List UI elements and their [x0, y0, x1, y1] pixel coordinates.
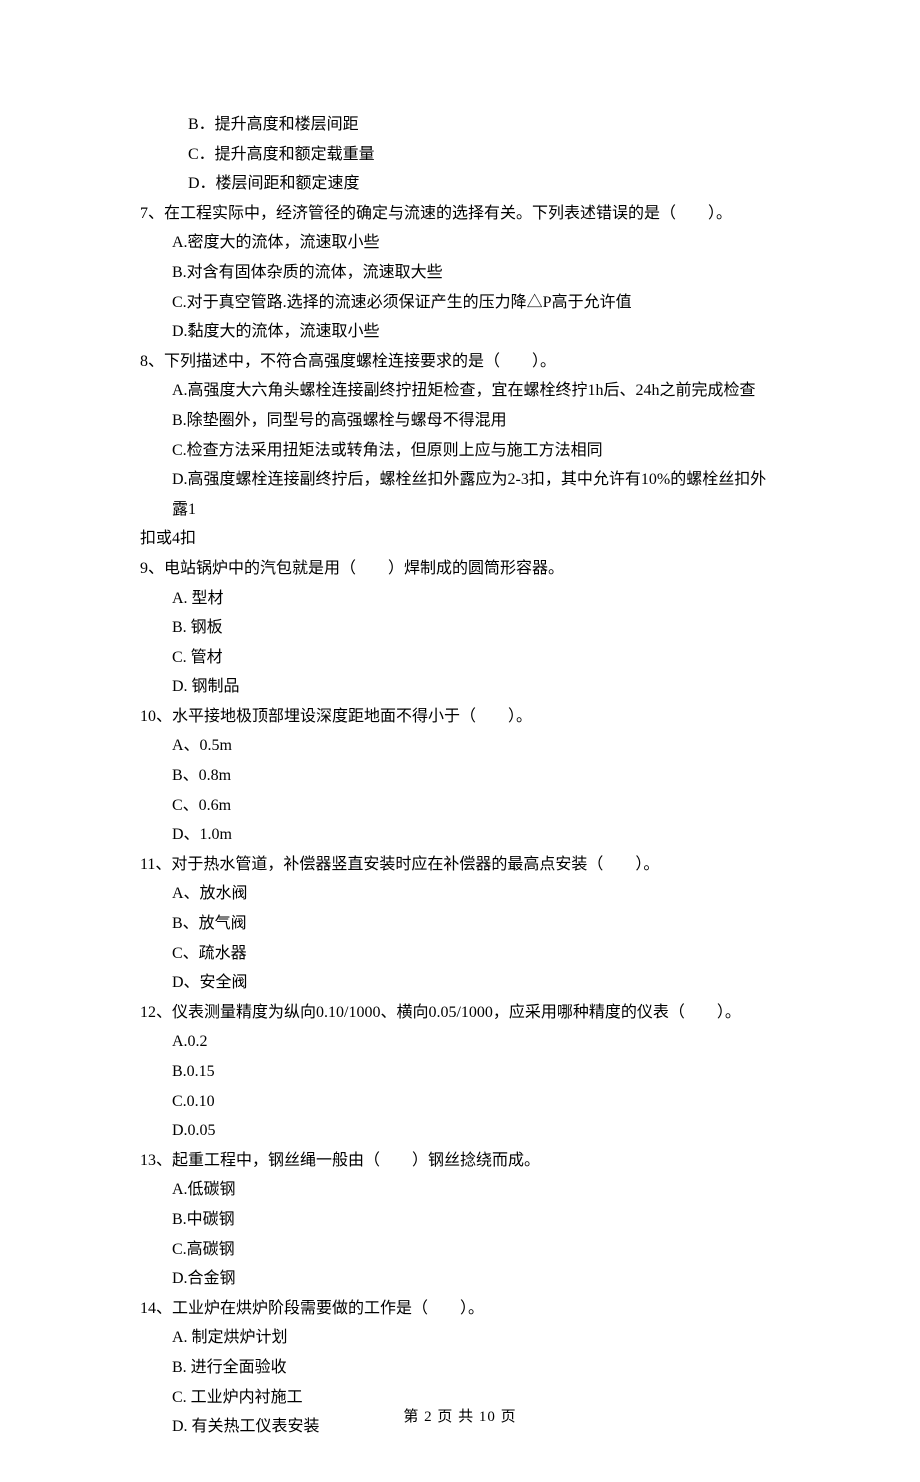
q6-option-B: B．提升高度和楼层间距: [140, 110, 780, 140]
q6-option-C: C．提升高度和额定载重量: [140, 140, 780, 170]
q8-option-C: C.检查方法采用扭矩法或转角法，但原则上应与施工方法相同: [140, 436, 780, 466]
q14-stem: 14、工业炉在烘炉阶段需要做的工作是（ ）。: [140, 1294, 780, 1324]
q11-option-B: B、放气阀: [140, 909, 780, 939]
q9-stem: 9、电站锅炉中的汽包就是用（ ）焊制成的圆筒形容器。: [140, 554, 780, 584]
q9-option-A: A. 型材: [140, 584, 780, 614]
q10-option-C: C、0.6m: [140, 791, 780, 821]
q13-option-D: D.合金钢: [140, 1264, 780, 1294]
q11-option-C: C、疏水器: [140, 939, 780, 969]
q12-option-B: B.0.15: [140, 1057, 780, 1087]
q9-option-C: C. 管材: [140, 643, 780, 673]
page-content: B．提升高度和楼层间距 C．提升高度和额定载重量 D．楼层间距和额定速度 7、在…: [0, 0, 920, 1482]
q7-option-B: B.对含有固体杂质的流体，流速取大些: [140, 258, 780, 288]
q11-stem: 11、对于热水管道，补偿器竖直安装时应在补偿器的最高点安装（ ）。: [140, 850, 780, 880]
q8-option-A: A.高强度大六角头螺栓连接副终拧扭矩检查，宜在螺栓终拧1h后、24h之前完成检查: [140, 376, 780, 406]
q6-option-D: D．楼层间距和额定速度: [140, 169, 780, 199]
q9-option-B: B. 钢板: [140, 613, 780, 643]
q12-option-A: A.0.2: [140, 1027, 780, 1057]
q7-option-C: C.对于真空管路.选择的流速必须保证产生的压力降△P高于允许值: [140, 288, 780, 318]
q10-stem: 10、水平接地极顶部埋设深度距地面不得小于（ ）。: [140, 702, 780, 732]
q10-option-D: D、1.0m: [140, 820, 780, 850]
q8-option-B: B.除垫圈外，同型号的高强螺栓与螺母不得混用: [140, 406, 780, 436]
q13-option-B: B.中碳钢: [140, 1205, 780, 1235]
q10-option-A: A、0.5m: [140, 731, 780, 761]
q12-option-D: D.0.05: [140, 1116, 780, 1146]
q12-stem: 12、仪表测量精度为纵向0.10/1000、横向0.05/1000，应采用哪种精…: [140, 998, 780, 1028]
q12-option-C: C.0.10: [140, 1087, 780, 1117]
q14-option-A: A. 制定烘炉计划: [140, 1323, 780, 1353]
q11-option-A: A、放水阀: [140, 879, 780, 909]
q13-option-C: C.高碳钢: [140, 1235, 780, 1265]
q7-stem: 7、在工程实际中，经济管径的确定与流速的选择有关。下列表述错误的是（ ）。: [140, 199, 780, 229]
q14-option-B: B. 进行全面验收: [140, 1353, 780, 1383]
q8-option-D-line1: D.高强度螺栓连接副终拧后，螺栓丝扣外露应为2-3扣，其中允许有10%的螺栓丝扣…: [140, 465, 780, 524]
page-footer: 第 2 页 共 10 页: [0, 1404, 920, 1432]
q7-option-D: D.黏度大的流体，流速取小些: [140, 317, 780, 347]
q11-option-D: D、安全阀: [140, 968, 780, 998]
q7-option-A: A.密度大的流体，流速取小些: [140, 228, 780, 258]
q13-stem: 13、起重工程中，钢丝绳一般由（ ）钢丝捻绕而成。: [140, 1146, 780, 1176]
q9-option-D: D. 钢制品: [140, 672, 780, 702]
q13-option-A: A.低碳钢: [140, 1175, 780, 1205]
q8-option-D-line2: 扣或4扣: [140, 524, 780, 554]
q8-stem: 8、下列描述中，不符合高强度螺栓连接要求的是（ ）。: [140, 347, 780, 377]
q10-option-B: B、0.8m: [140, 761, 780, 791]
